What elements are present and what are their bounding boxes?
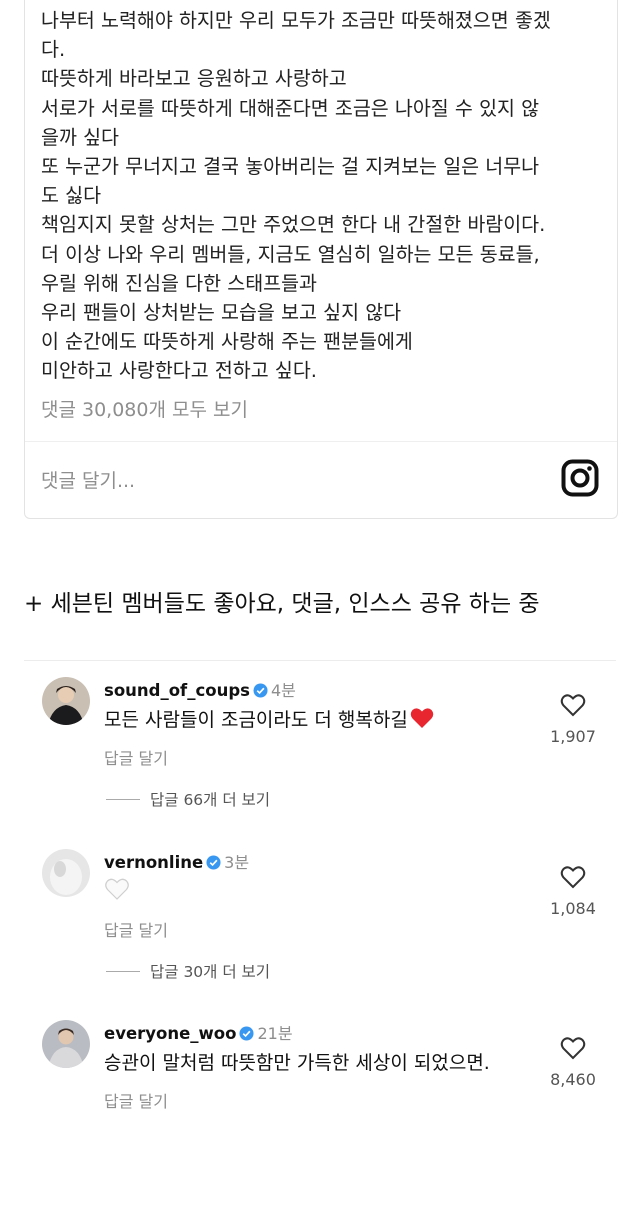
- divider: [24, 660, 616, 661]
- like-count: 1,907: [550, 727, 596, 746]
- caption-line: 다.: [41, 38, 66, 62]
- comment-header: sound_of_coups 4분: [104, 677, 296, 701]
- instagram-icon[interactable]: [561, 459, 599, 497]
- avatar[interactable]: [42, 849, 90, 897]
- view-more-replies-link[interactable]: 답글 30개 더 보기: [106, 960, 270, 982]
- avatar[interactable]: [42, 1020, 90, 1068]
- reply-line: [106, 971, 140, 972]
- comment-header: everyone_woo 21분: [104, 1020, 293, 1044]
- comment-text: 승관이 말처럼 따뜻함만 가득한 세상이 되었으면.: [104, 1052, 490, 1074]
- avatar[interactable]: [42, 677, 90, 725]
- verified-badge-icon: [206, 855, 221, 870]
- like-heart-icon[interactable]: [560, 865, 586, 889]
- reply-line: [106, 799, 140, 800]
- post-caption: 나부터 노력해야 하지만 우리 모두가 조금만 따뜻해졌으면 좋겠 다. 따뜻하…: [41, 6, 611, 386]
- username[interactable]: everyone_woo: [104, 1024, 236, 1043]
- caption-line: 서로가 서로를 따뜻하게 대해준다면 조금은 나아질 수 있지 않: [41, 96, 540, 120]
- view-more-replies-link[interactable]: 답글 66개 더 보기: [106, 788, 270, 810]
- comment-text-row: 모든 사람들이 조금이라도 더 행복하길: [104, 705, 434, 732]
- verified-badge-icon: [239, 1026, 254, 1041]
- headline-text: + 세븐틴 멤버들도 좋아요, 댓글, 인스스 공유 하는 중: [24, 591, 540, 617]
- caption-line: 이 순간에도 따뜻하게 사랑해 주는 팬분들에게: [41, 330, 413, 354]
- more-replies-label: 답글 30개 더 보기: [150, 963, 271, 981]
- red-heart-emoji-icon: [410, 708, 434, 728]
- comment-text-row: [104, 877, 130, 902]
- reply-button[interactable]: 답글 달기: [104, 917, 168, 941]
- caption-line: 또 누군가 무너지고 결국 놓아버리는 걸 지켜보는 일은 너무나: [41, 155, 540, 179]
- comment-header: vernonline 3분: [104, 849, 249, 873]
- caption-line: 더 이상 나와 우리 멤버들, 지금도 열심히 일하는 모든 동료들,: [41, 242, 540, 266]
- like-heart-icon[interactable]: [560, 693, 586, 717]
- caption-line: 나부터 노력해야 하지만 우리 모두가 조금만 따뜻해졌으면 좋겠: [41, 9, 551, 32]
- like-count: 8,460: [550, 1070, 596, 1089]
- comment-time: 4분: [270, 681, 296, 700]
- like-count: 1,084: [550, 899, 596, 918]
- caption-line: 미안하고 사랑한다고 전하고 싶다.: [41, 359, 317, 383]
- username[interactable]: sound_of_coups: [104, 681, 250, 700]
- comment-text: 모든 사람들이 조금이라도 더 행복하길: [104, 709, 408, 731]
- divider: [25, 441, 617, 442]
- caption-line: 을까 싶다: [41, 125, 119, 149]
- caption-line: 우리 팬들이 상처받는 모습을 보고 싶지 않다: [41, 301, 402, 325]
- caption-line: 따뜻하게 바라보고 응원하고 사랑하고: [41, 67, 347, 91]
- view-all-comments-link[interactable]: 댓글 30,080개 모두 보기: [41, 395, 248, 422]
- post-card: 나부터 노력해야 하지만 우리 모두가 조금만 따뜻해졌으면 좋겠 다. 따뜻하…: [24, 0, 618, 519]
- reply-button[interactable]: 답글 달기: [104, 1088, 168, 1112]
- more-replies-label: 답글 66개 더 보기: [150, 791, 271, 809]
- like-heart-icon[interactable]: [560, 1036, 586, 1060]
- comment-time: 3분: [224, 853, 250, 872]
- white-heart-emoji-icon: [105, 878, 129, 900]
- reply-button[interactable]: 답글 달기: [104, 745, 168, 769]
- verified-badge-icon: [253, 683, 268, 698]
- caption-line: 도 싫다: [41, 184, 102, 208]
- caption-line: 우릴 위해 진심을 다한 스태프들과: [41, 271, 317, 295]
- caption-line: 책임지지 못할 상처는 그만 주었으면 한다 내 간절한 바람이다.: [41, 213, 546, 237]
- add-comment-input[interactable]: 댓글 달기...: [41, 466, 135, 493]
- username[interactable]: vernonline: [104, 853, 203, 872]
- comment-time: 21분: [257, 1024, 293, 1043]
